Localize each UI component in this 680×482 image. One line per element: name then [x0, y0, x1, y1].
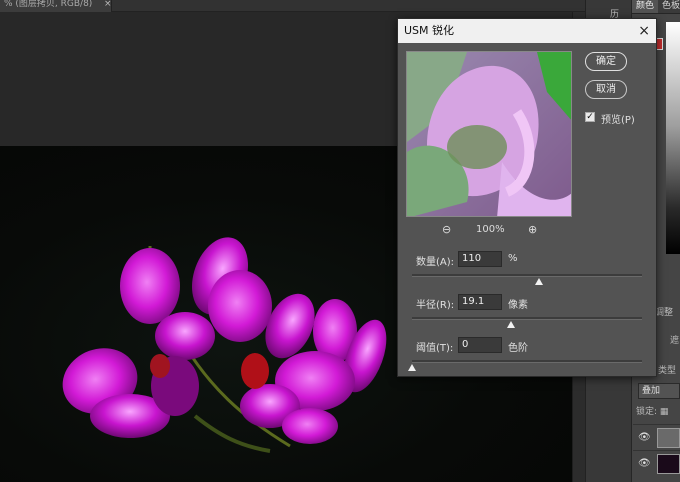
history-icon[interactable]: 历 — [610, 7, 624, 20]
preview-label[interactable]: 预览(P) — [601, 111, 635, 126]
zoom-percent: 100% — [476, 224, 505, 235]
radius-slider-track[interactable] — [412, 317, 642, 320]
tab-swatches[interactable]: 色板 — [658, 0, 680, 13]
preview-checkbox[interactable]: ✓ — [585, 112, 595, 122]
lock-transparency-icon[interactable]: ▦ — [660, 407, 669, 417]
layer-type-filter[interactable]: 类型 — [658, 363, 676, 376]
threshold-slider-thumb[interactable] — [408, 364, 416, 371]
threshold-slider-track[interactable] — [412, 360, 642, 363]
adjustments-label[interactable]: 调整 — [655, 305, 673, 318]
amount-slider-track[interactable] — [412, 274, 642, 277]
radius-label: 半径(R): — [416, 300, 455, 311]
preview-image — [407, 52, 571, 216]
eye-icon[interactable]: 👁 — [638, 458, 651, 469]
lock-row: 锁定: ▦ — [636, 404, 668, 417]
dialog-title-bar[interactable]: USM 锐化 × — [398, 19, 656, 43]
layer-thumbnail — [657, 428, 680, 448]
color-panel-tabs: 颜色 色板 — [632, 0, 680, 14]
zoom-controls: ⊖ 100% ⊕ — [406, 223, 572, 237]
photoshop-window: % (图层拷贝, RGB/8) × 历 颜色 色板 调整 遮 类型 叠加 锁定:… — [0, 0, 680, 482]
threshold-input[interactable]: 0 — [458, 337, 502, 353]
unsharp-mask-dialog: USM 锐化 × ⊖ 100% ⊕ 确定 取消 ✓ 预览(P) 数量(A): 1… — [397, 18, 657, 377]
masks-label[interactable]: 遮 — [670, 333, 679, 346]
close-icon[interactable]: × — [104, 0, 112, 9]
layer-thumbnail — [657, 454, 680, 474]
radius-unit: 像素 — [508, 300, 528, 311]
layer-row[interactable]: 👁 — [633, 450, 680, 476]
dialog-title: USM 锐化 — [404, 24, 455, 37]
filter-preview[interactable] — [406, 51, 572, 217]
tab-color[interactable]: 颜色 — [632, 0, 659, 13]
color-picker-gradient[interactable] — [666, 22, 680, 254]
document-tab[interactable]: % (图层拷贝, RGB/8) — [0, 0, 112, 12]
document-tab-bar: % (图层拷贝, RGB/8) × — [0, 0, 585, 12]
close-icon[interactable]: × — [638, 19, 650, 43]
radius-input[interactable]: 19.1 — [458, 294, 502, 310]
layer-row[interactable]: 👁 — [633, 424, 680, 450]
radius-slider-thumb[interactable] — [506, 321, 515, 328]
zoom-out-icon[interactable]: ⊖ — [442, 223, 451, 236]
cancel-button[interactable]: 取消 — [585, 80, 627, 99]
amount-label: 数量(A): — [416, 257, 455, 268]
ok-button[interactable]: 确定 — [585, 52, 627, 71]
lock-label: 锁定: — [636, 407, 658, 417]
eye-icon[interactable]: 👁 — [638, 432, 651, 443]
amount-input[interactable]: 110 — [458, 251, 502, 267]
amount-unit: % — [508, 253, 518, 264]
blend-mode-select[interactable]: 叠加 — [638, 383, 680, 399]
amount-slider-thumb[interactable] — [534, 278, 543, 285]
zoom-in-icon[interactable]: ⊕ — [528, 223, 537, 236]
document-tab-label: % (图层拷贝, RGB/8) — [4, 0, 93, 9]
threshold-label: 阈值(T): — [416, 343, 454, 354]
threshold-unit: 色阶 — [508, 343, 528, 354]
